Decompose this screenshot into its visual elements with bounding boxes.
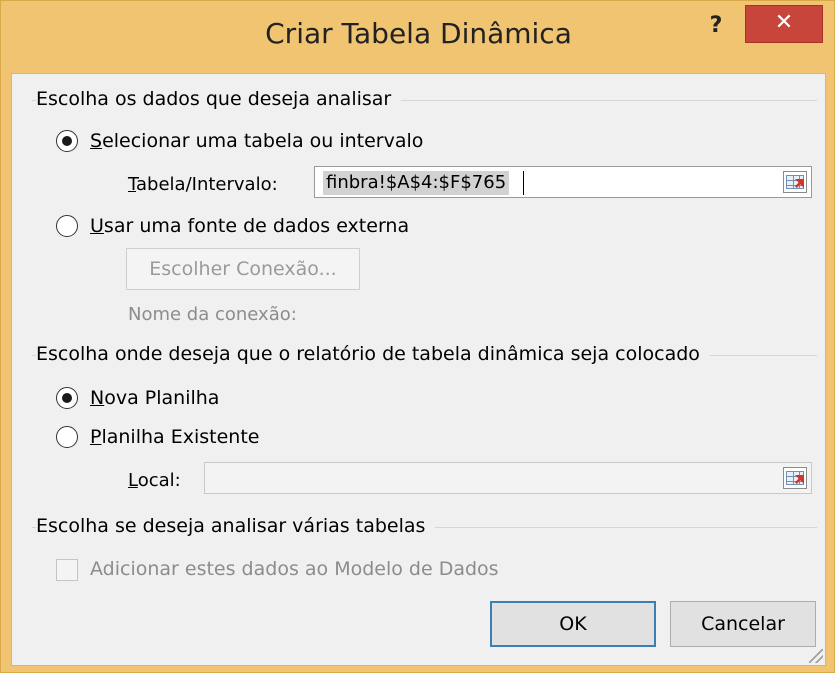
radio-external-source[interactable] <box>56 215 78 237</box>
create-pivot-table-dialog: Criar Tabela Dinâmica ? ✕ Escolha os dad… <box>0 0 835 673</box>
title-bar: Criar Tabela Dinâmica ? ✕ <box>1 1 835 73</box>
close-button[interactable]: ✕ <box>745 5 823 43</box>
radio-external-source-label[interactable]: Usar uma fonte de dados externa <box>90 215 409 237</box>
radio-new-sheet-label[interactable]: Nova Planilha <box>90 387 219 409</box>
radio-select-table-label[interactable]: Selecionar uma tabela ou intervalo <box>90 130 423 152</box>
close-icon: ✕ <box>774 10 794 35</box>
location-field-label: Local: <box>128 470 181 491</box>
add-to-data-model-label: Adicionar estes dados ao Modelo de Dados <box>90 558 499 580</box>
help-button[interactable]: ? <box>701 11 731 41</box>
range-input-value: finbra!$A$4:$F$765 <box>323 171 510 195</box>
section-heading-location: Escolha onde deseja que o relatório de t… <box>36 343 710 365</box>
radio-existing-sheet-label[interactable]: Planilha Existente <box>90 426 259 448</box>
range-field-label: Tabela/Intervalo: <box>128 174 278 195</box>
radio-new-sheet[interactable] <box>56 387 78 409</box>
connection-name-label: Nome da conexão: <box>128 304 297 325</box>
resize-grip-icon[interactable] <box>809 649 823 663</box>
ok-button[interactable]: OK <box>490 601 656 647</box>
location-selector-button[interactable] <box>783 467 807 489</box>
section-heading-multi: Escolha se deseja analisar várias tabela… <box>36 515 436 537</box>
section-heading-data: Escolha os dados que deseja analisar <box>36 88 402 110</box>
cancel-button[interactable]: Cancelar <box>670 601 816 647</box>
add-to-data-model-checkbox[interactable] <box>56 559 78 581</box>
range-selector-button[interactable] <box>783 171 807 193</box>
text-caret <box>523 171 524 195</box>
range-input[interactable]: finbra!$A$4:$F$765 <box>314 166 812 198</box>
dialog-body: Escolha os dados que deseja analisar Sel… <box>11 73 826 666</box>
radio-select-table[interactable] <box>56 130 78 152</box>
choose-connection-button[interactable]: Escolher Conexão... <box>126 248 360 290</box>
location-input[interactable] <box>204 462 812 494</box>
radio-existing-sheet[interactable] <box>56 426 78 448</box>
